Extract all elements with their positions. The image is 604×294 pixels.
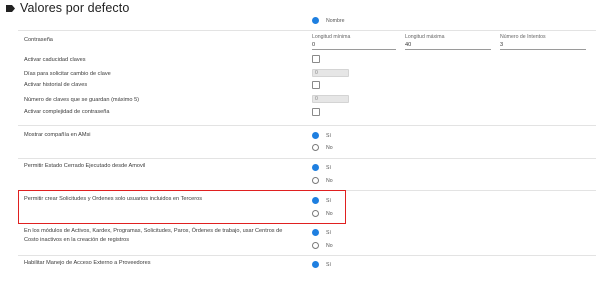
expiry-checkbox[interactable]	[312, 55, 320, 63]
settings-panel[interactable]: Nombre Contraseña Longitud mínima 0 Long…	[0, 17, 604, 294]
min-length-label: Longitud mínima	[312, 34, 351, 40]
history-count-label: Número de claves que se guardan (máximo …	[24, 97, 140, 103]
external-access-yes-label: Sí	[326, 262, 331, 268]
divider	[18, 255, 596, 256]
show-company-label: Mostrar compañía en AMsi	[24, 132, 91, 138]
external-access-yes-radio[interactable]	[312, 261, 319, 268]
min-length-input[interactable]: 0	[312, 41, 396, 50]
section-title: Valores por defecto	[20, 1, 130, 15]
inactive-cost-centers-label: En los módulos de Activos, Kardex, Progr…	[24, 228, 283, 243]
inactive-cost-centers-yes-label: Sí	[326, 230, 331, 236]
external-access-label: Habilitar Manejo de Acceso Externo a Pro…	[24, 260, 151, 266]
history-checkbox[interactable]	[312, 81, 320, 89]
show-company-no-radio[interactable]	[312, 144, 319, 151]
history-count-input[interactable]: 0	[312, 95, 349, 103]
inactive-cost-centers-no-radio[interactable]	[312, 242, 319, 249]
attempts-input[interactable]: 3	[500, 41, 586, 50]
history-label: Activar historial de claves	[24, 82, 88, 88]
show-company-yes-label: Sí	[326, 133, 331, 139]
inactive-cost-centers-yes-radio[interactable]	[312, 229, 319, 236]
divider	[18, 30, 596, 31]
password-label: Contraseña	[24, 37, 53, 43]
nombre-radio-label: Nombre	[326, 18, 345, 24]
nombre-radio[interactable]	[312, 17, 319, 24]
inactive-cost-centers-no-label: No	[326, 243, 333, 249]
divider	[18, 158, 596, 159]
highlight-box	[18, 190, 346, 224]
days-change-input[interactable]: 0	[312, 69, 349, 77]
days-change-label: Días para solicitar cambio de clave	[24, 71, 111, 77]
complexity-checkbox[interactable]	[312, 108, 320, 116]
attempts-label: Número de Intentos	[500, 34, 546, 40]
tag-icon	[6, 5, 15, 12]
show-company-no-label: No	[326, 145, 333, 151]
expiry-label: Activar caducidad claves	[24, 57, 86, 63]
closed-state-yes-label: Sí	[326, 165, 331, 171]
closed-state-label: Permitir Estado Cerrado Ejecutado desde …	[24, 163, 146, 169]
section-header: Valores por defecto	[0, 0, 604, 17]
max-length-input[interactable]: 40	[405, 41, 491, 50]
show-company-yes-radio[interactable]	[312, 132, 319, 139]
closed-state-no-label: No	[326, 178, 333, 184]
closed-state-yes-radio[interactable]	[312, 164, 319, 171]
max-length-label: Longitud máxima	[405, 34, 445, 40]
closed-state-no-radio[interactable]	[312, 177, 319, 184]
complexity-label: Activar complejidad de contraseña	[24, 109, 110, 115]
divider	[18, 125, 596, 126]
